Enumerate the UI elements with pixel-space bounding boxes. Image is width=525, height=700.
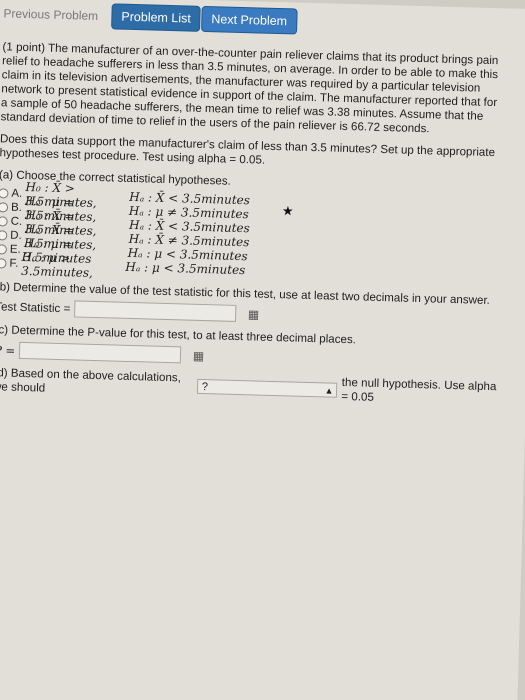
hypothesis-options: A. H₀ : X̄ > 3.5minutes, Hₐ : X̄ < 3.5mi… <box>0 180 503 284</box>
problem-question: Does this data support the manufacturer'… <box>0 132 496 167</box>
screen: Previous Problem Problem List Next Probl… <box>0 0 525 700</box>
decision-select[interactable]: ? ▲ <box>196 378 338 398</box>
grid-icon[interactable]: ▦ <box>193 349 205 363</box>
test-statistic-label: Test Statistic = <box>0 299 71 315</box>
part-d-suffix: the null hypothesis. Use alpha = 0.05 <box>341 375 497 404</box>
radio-button[interactable] <box>0 230 8 241</box>
problem-page: Previous Problem Problem List Next Probl… <box>0 0 525 700</box>
star-mark-icon: ★ <box>281 203 294 219</box>
problem-intro: (1 point) The manufacturer of an over-th… <box>0 40 499 136</box>
p-value-label: P = <box>0 342 16 358</box>
radio-button[interactable] <box>0 244 8 255</box>
p-value-input[interactable]: ▦ <box>19 341 204 364</box>
test-statistic-input[interactable]: ▦ <box>74 300 259 322</box>
radio-button[interactable] <box>0 188 9 199</box>
problem-list-button[interactable]: Problem List <box>111 3 202 32</box>
problem-body: (1 point) The manufacturer of an over-th… <box>0 40 508 416</box>
radio-button[interactable] <box>0 216 8 227</box>
decision-select-value: ? <box>201 380 209 393</box>
next-problem-button[interactable]: Next Problem <box>201 5 298 35</box>
part-d-prefix: (d) Based on the above calculations, we … <box>0 366 182 395</box>
part-d-row: (d) Based on the above calculations, we … <box>0 366 498 408</box>
radio-button[interactable] <box>0 258 7 269</box>
radio-button[interactable] <box>0 202 9 213</box>
previous-problem-link[interactable]: Previous Problem <box>3 6 98 23</box>
grid-icon[interactable]: ▦ <box>248 307 260 321</box>
select-arrows-icon: ▲ <box>324 384 334 396</box>
